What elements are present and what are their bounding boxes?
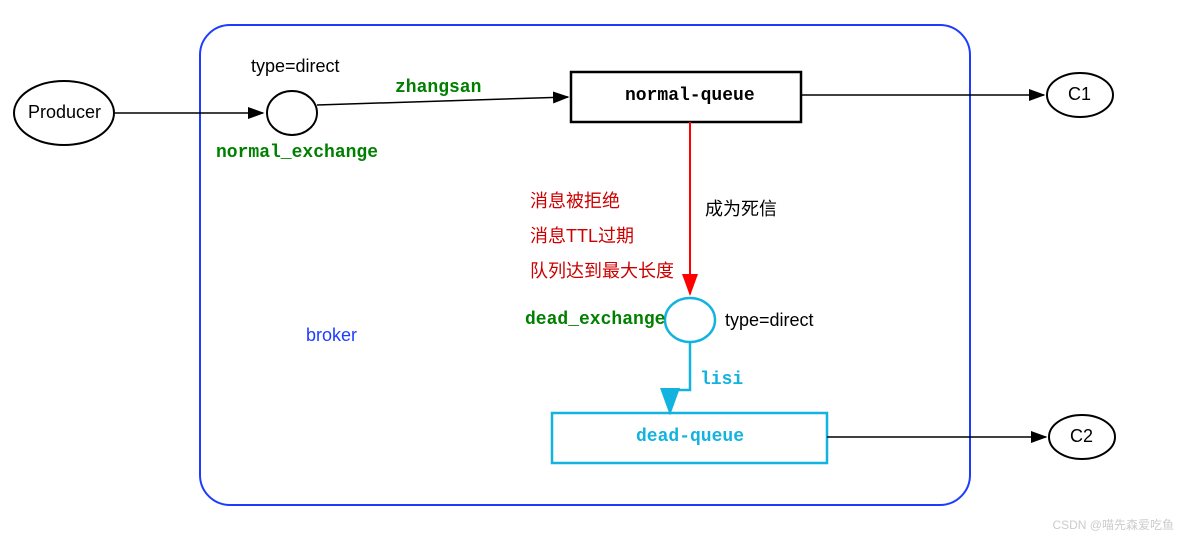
consumer-c1-label: C1 (1068, 84, 1091, 105)
normal-exchange-node (267, 91, 317, 135)
reason-2: 消息TTL过期 (530, 222, 634, 248)
dead-routing-key: lisi (700, 370, 743, 390)
dead-exchange-node (665, 298, 715, 342)
broker-label: broker (306, 325, 357, 346)
become-deadletter: 成为死信 (705, 195, 777, 221)
watermark: CSDN @喵先森爱吃鱼 (1052, 516, 1174, 533)
reason-3: 队列达到最大长度 (530, 257, 674, 283)
normal-exchange-name: normal_exchange (216, 143, 378, 163)
reason-1: 消息被拒绝 (530, 187, 620, 213)
diagram-stage: { "producer": { "label": "Producer" }, "… (0, 0, 1184, 538)
normal-exchange-type: type=direct (251, 56, 340, 77)
dead-exchange-name: dead_exchange (525, 310, 665, 330)
dead-queue-label: dead-queue (636, 427, 744, 447)
consumer-c2-label: C2 (1070, 426, 1093, 447)
producer-label: Producer (28, 102, 101, 123)
dead-exchange-type: type=direct (725, 310, 814, 331)
normal-queue-label: normal-queue (625, 86, 755, 106)
normal-routing-key: zhangsan (395, 78, 481, 98)
